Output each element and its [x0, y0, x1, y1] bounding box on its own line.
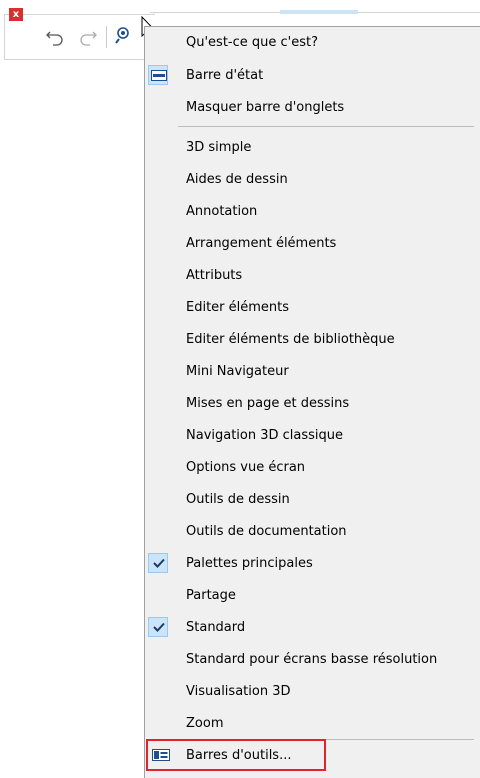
menu-item-partage[interactable]: Partage: [145, 581, 480, 609]
menu-item-editer-elements[interactable]: Editer éléments: [145, 293, 480, 321]
menu-item-label: Attributs: [186, 267, 243, 283]
menu-item-label: Standard: [186, 619, 246, 635]
menu-item-editer-bibliotheque[interactable]: Editer éléments de bibliothèque: [145, 325, 480, 353]
toolbar-separator: [106, 26, 107, 48]
undo-icon[interactable]: [44, 26, 66, 46]
menu-item-mini-navigateur[interactable]: Mini Navigateur: [145, 357, 480, 385]
menu-item-arrangement[interactable]: Arrangement éléments: [145, 229, 480, 257]
menu-item-label: Editer éléments: [186, 299, 290, 315]
menu-item-label: Aides de dessin: [186, 171, 288, 187]
menu-item-label: Editer éléments de bibliothèque: [186, 331, 395, 347]
menu-item-attributs[interactable]: Attributs: [145, 261, 480, 289]
close-icon[interactable]: x: [9, 8, 23, 21]
menu-item-label: 3D simple: [186, 139, 252, 155]
menu-item-label: Mini Navigateur: [186, 363, 289, 379]
menu-item-aides-dessin[interactable]: Aides de dessin: [145, 165, 480, 193]
menu-item-label: Standard pour écrans basse résolution: [186, 651, 438, 667]
menu-item-annotation[interactable]: Annotation: [145, 197, 480, 225]
menu-item-label: Palettes principales: [186, 555, 313, 571]
menu-item-options-vue[interactable]: Options vue écran: [145, 453, 480, 481]
menu-item-label: Barre d'état: [186, 67, 264, 83]
menu-item-mises-en-page[interactable]: Mises en page et dessins: [145, 389, 480, 417]
menu-item-whats-this[interactable]: Qu'est-ce que c'est?: [145, 28, 480, 56]
status-bar-icon: [151, 70, 167, 81]
toolbars-icon: [152, 749, 170, 761]
menu-item-label: Outils de dessin: [186, 491, 290, 507]
menu-item-navigation-3d[interactable]: Navigation 3D classique: [145, 421, 480, 449]
menu-item-label: Visualisation 3D: [186, 683, 291, 699]
redo-icon[interactable]: [77, 26, 99, 46]
menu-item-outils-documentation[interactable]: Outils de documentation: [145, 517, 480, 545]
menu-item-zoom[interactable]: Zoom: [145, 709, 480, 737]
checkmark-icon: [153, 558, 165, 568]
menu-item-label: Mises en page et dessins: [186, 395, 350, 411]
menu-item-barres-outils[interactable]: Barres d'outils...: [145, 741, 480, 769]
menu-item-label: Navigation 3D classique: [186, 427, 344, 443]
menu-item-status-bar[interactable]: Barre d'état: [145, 61, 480, 89]
menu-item-label: Annotation: [186, 203, 258, 219]
toolbar-selection-strip: [280, 10, 358, 14]
menu-item-label: Options vue écran: [186, 459, 306, 475]
menu-separator: [178, 126, 474, 127]
menu-item-label: Barres d'outils...: [186, 747, 292, 763]
menu-item-3d-simple[interactable]: 3D simple: [145, 133, 480, 161]
checkmark-icon: [153, 622, 165, 632]
zoom-icon[interactable]: [114, 24, 136, 46]
menu-item-label: Zoom: [186, 715, 224, 731]
menu-item-label: Outils de documentation: [186, 523, 347, 539]
menu-item-hide-tab-bar[interactable]: Masquer barre d'onglets: [145, 93, 480, 121]
menu-item-visualisation-3d[interactable]: Visualisation 3D: [145, 677, 480, 705]
menu-item-standard[interactable]: Standard: [145, 613, 480, 641]
toolbars-menu: Qu'est-ce que c'est? Barre d'état Masque…: [144, 26, 480, 778]
menu-item-label: Partage: [186, 587, 236, 603]
menu-item-outils-dessin[interactable]: Outils de dessin: [145, 485, 480, 513]
menu-item-label: Arrangement éléments: [186, 235, 337, 251]
menu-item-standard-basse-resolution[interactable]: Standard pour écrans basse résolution: [145, 645, 480, 673]
menu-item-label: Masquer barre d'onglets: [186, 99, 345, 115]
menu-item-label: Qu'est-ce que c'est?: [186, 34, 318, 50]
menu-item-palettes-principales[interactable]: Palettes principales: [145, 549, 480, 577]
